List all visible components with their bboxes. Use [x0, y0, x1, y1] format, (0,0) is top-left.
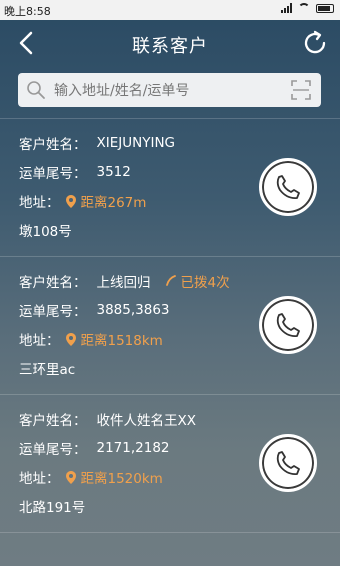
status-icons	[281, 3, 334, 13]
status-time: 晚上8:58	[4, 5, 51, 18]
customer-name: 上线回归	[96, 275, 151, 291]
customer-list: 客户姓名： XIEJUNYING 运单尾号： 3512 地址： 距离267m 墩…	[0, 118, 340, 533]
address-text: 北路191号	[19, 500, 86, 516]
search-bar	[18, 73, 321, 107]
address-text: 墩108号	[19, 224, 72, 240]
name-label: 客户姓名：	[19, 137, 87, 153]
customer-card: 客户姓名： 收件人姓名王XX 运单尾号： 2171,2182 地址： 距离152…	[0, 394, 340, 533]
call-button[interactable]	[259, 158, 317, 216]
call-button[interactable]	[259, 296, 317, 354]
waybill-label: 运单尾号：	[19, 166, 87, 182]
phone-icon	[276, 451, 300, 475]
name-label: 客户姓名：	[19, 275, 87, 291]
location-pin-icon	[65, 470, 76, 484]
signal-icon	[281, 3, 292, 13]
customer-name: 收件人姓名王XX	[96, 413, 197, 429]
wifi-icon	[298, 3, 310, 13]
status-bar: 晚上8:58	[0, 0, 340, 20]
search-input[interactable]	[52, 77, 282, 105]
address-label: 地址：	[19, 333, 60, 349]
customer-name: XIEJUNYING	[96, 135, 176, 151]
customer-card: 客户姓名： 上线回归 已拨4次 运单尾号： 3885,3863 地址： 距离15…	[0, 256, 340, 394]
phone-icon	[165, 275, 176, 286]
distance: 距离267m	[65, 191, 147, 211]
location-pin-icon	[65, 194, 76, 208]
battery-icon	[316, 3, 334, 13]
call-count-text: 已拨4次	[180, 275, 230, 291]
call-button[interactable]	[259, 434, 317, 492]
distance-text: 距离267m	[80, 195, 147, 211]
address-text: 三环里ac	[19, 362, 76, 378]
waybill-label: 运单尾号：	[19, 304, 87, 320]
call-count: 已拨4次	[165, 271, 230, 291]
distance: 距离1520km	[65, 467, 163, 487]
refresh-icon	[304, 30, 326, 54]
waybill-number: 3512	[96, 164, 131, 180]
address-label: 地址：	[19, 471, 60, 487]
distance-text: 距离1518km	[80, 333, 163, 349]
page-title: 联系客户	[132, 36, 208, 57]
distance-text: 距离1520km	[80, 471, 163, 487]
phone-icon	[276, 313, 300, 337]
address-label: 地址：	[19, 195, 60, 211]
search-icon	[27, 81, 45, 99]
name-label: 客户姓名：	[19, 413, 87, 429]
scan-icon[interactable]	[291, 80, 311, 100]
title-bar: 联系客户	[0, 20, 340, 66]
waybill-label: 运单尾号：	[19, 442, 87, 458]
waybill-number: 2171,2182	[96, 440, 170, 456]
waybill-number: 3885,3863	[96, 302, 170, 318]
distance: 距离1518km	[65, 329, 163, 349]
customer-card: 客户姓名： XIEJUNYING 运单尾号： 3512 地址： 距离267m 墩…	[0, 118, 340, 256]
location-pin-icon	[65, 332, 76, 346]
phone-icon	[276, 175, 300, 199]
refresh-button[interactable]	[300, 28, 330, 58]
